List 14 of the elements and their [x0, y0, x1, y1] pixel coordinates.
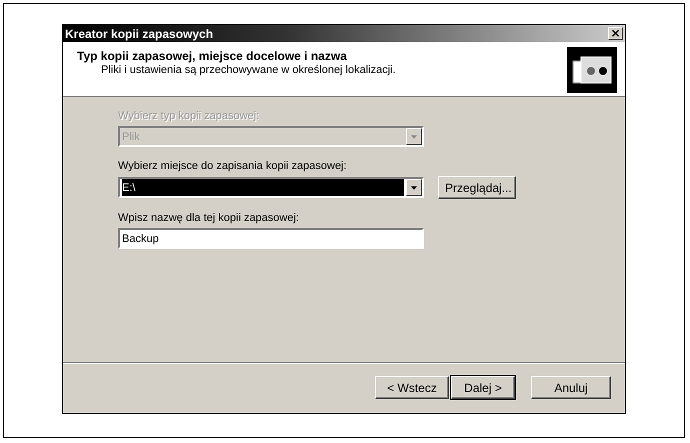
window-title: Kreator kopii zapasowych: [65, 26, 214, 40]
field-label: Wpisz nazwę dla tej kopii zapasowej:: [118, 212, 299, 224]
field-label: Wybierz miejsce do zapisania kopii zapasowej:: [118, 160, 347, 172]
backup-media-icon: [567, 47, 617, 93]
close-button[interactable]: ×: [608, 27, 623, 40]
wizard-button[interactable]: Anuluj: [531, 376, 611, 399]
field-label: Wybierz typ kopii zapasowej:: [118, 110, 260, 122]
wizard-button[interactable]: < Wstecz: [375, 376, 449, 399]
header-title: Typ kopii zapasowej, miejsce docelowe i nazwa: [77, 49, 348, 63]
header-subtitle: Pliki i ustawienia są przechowywane w określonej lokalizacji.: [101, 64, 396, 76]
wizard-button[interactable]: Dalej >: [451, 376, 515, 399]
name-input-field[interactable]: Backup: [118, 228, 424, 249]
dropdown[interactable]: E:\: [118, 177, 424, 198]
browse-button[interactable]: Przeglądaj...: [438, 176, 516, 199]
